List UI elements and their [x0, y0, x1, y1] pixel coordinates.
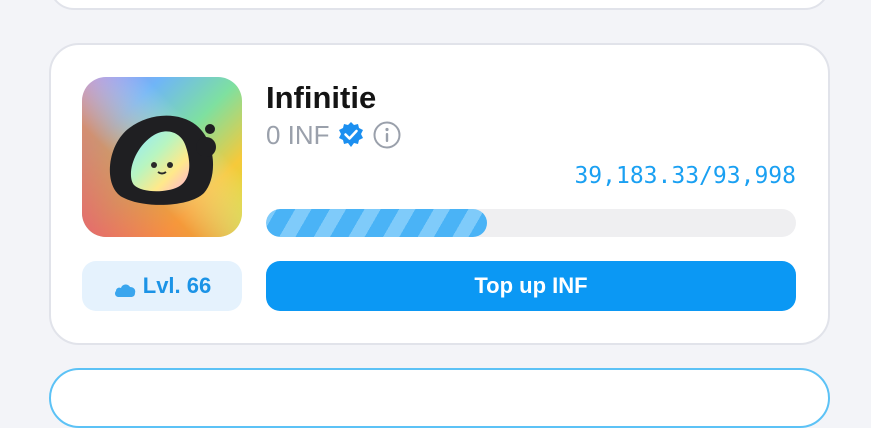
progress-fill: [266, 209, 487, 237]
profile-name: Infinitie: [266, 80, 377, 115]
balance-row: 0 INF: [266, 119, 402, 151]
next-card: [49, 368, 830, 428]
verified-badge-icon: [336, 120, 366, 150]
previous-card: [49, 0, 830, 10]
top-up-button[interactable]: Top up INF: [266, 261, 796, 311]
avatar: [82, 77, 242, 237]
cloud-icon: [113, 278, 137, 297]
level-badge: Lvl. 66: [82, 261, 242, 311]
balance-text: 0 INF: [266, 119, 330, 150]
progress-text: 39,183.33/93,998: [574, 163, 796, 189]
info-icon[interactable]: [372, 120, 402, 150]
progress-bar: [266, 209, 796, 237]
level-label: Lvl. 66: [142, 273, 212, 298]
